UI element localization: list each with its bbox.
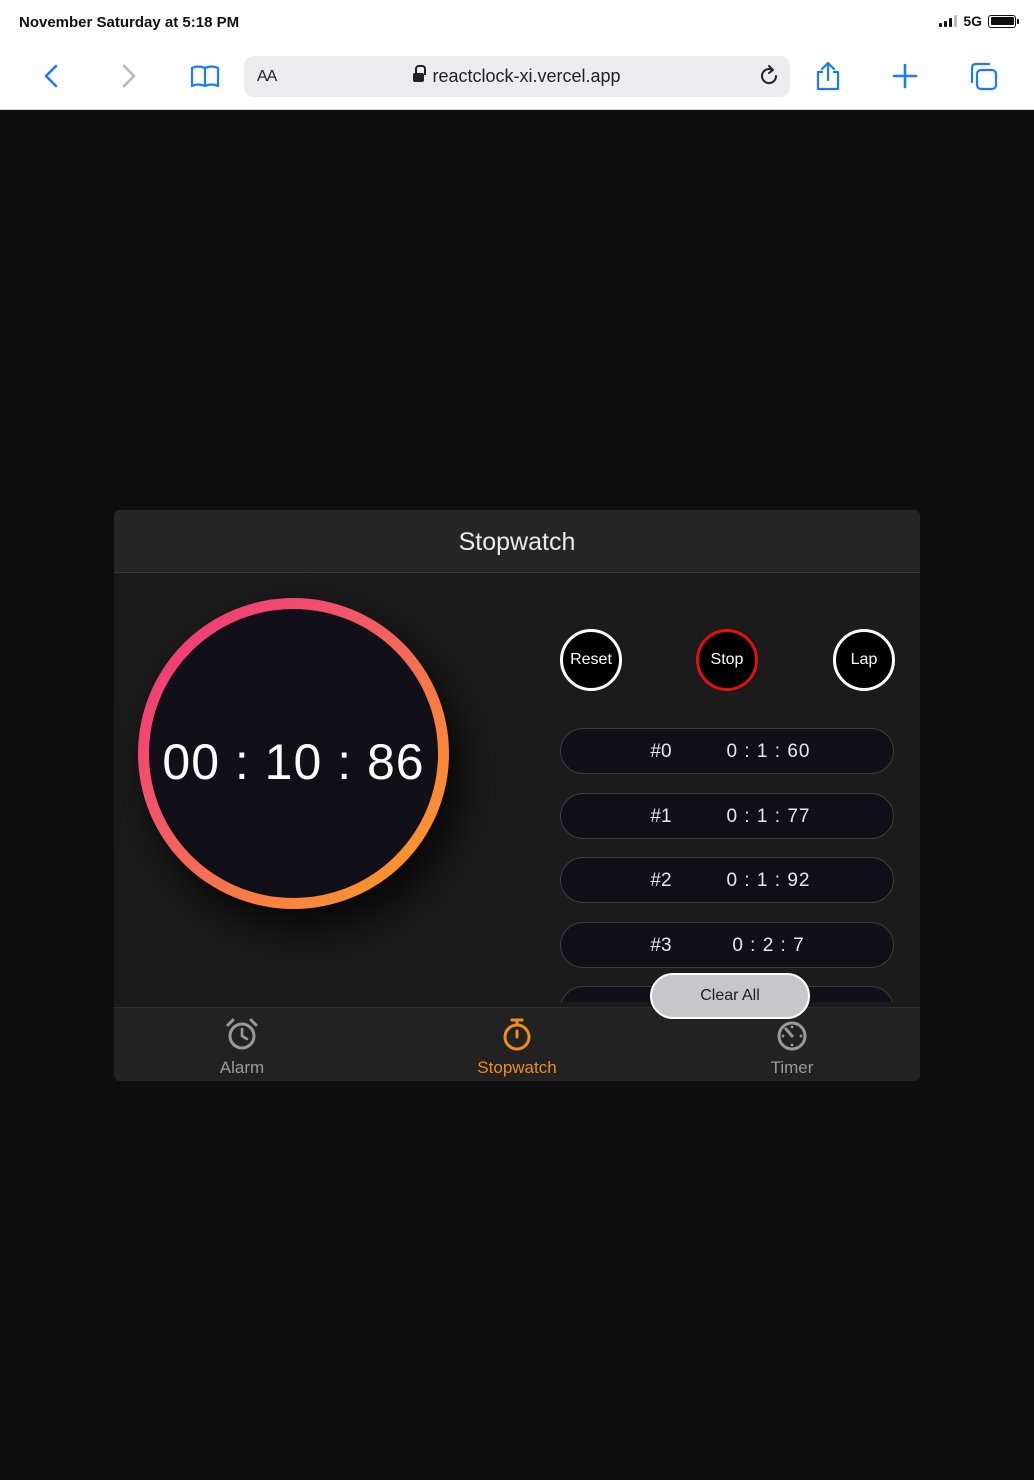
page-title: Stopwatch	[458, 528, 576, 556]
forward-icon[interactable]	[112, 60, 144, 92]
tab-label-stopwatch: Stopwatch	[477, 1058, 557, 1077]
lap-row: #0 0 : 1 : 60	[560, 728, 894, 774]
elapsed-time: 00 : 10 : 86	[162, 734, 425, 790]
lap-time: 0 : 1 : 77	[726, 805, 811, 827]
tab-alarm[interactable]: Alarm	[162, 1008, 322, 1081]
url-text: reactclock-xi.vercel.app	[432, 66, 621, 86]
network-label: 5G	[963, 13, 982, 29]
stopwatch-dial: 00 : 10 : 86	[138, 598, 449, 909]
lap-row: #1 0 : 1 : 77	[560, 792, 894, 839]
share-icon[interactable]	[812, 60, 844, 92]
status-bar: November Saturday at 5:18 PM 5G	[0, 0, 1034, 44]
reload-icon[interactable]	[756, 63, 782, 89]
lock-icon	[413, 65, 427, 83]
status-datetime: November Saturday at 5:18 PM	[19, 14, 240, 31]
lap-button[interactable]: Lap	[833, 629, 895, 691]
dial-face: 00 : 10 : 86	[149, 609, 438, 898]
signal-icon	[939, 15, 958, 27]
back-icon[interactable]	[36, 60, 68, 92]
clear-all-button[interactable]: Clear All	[650, 973, 810, 1019]
bottom-tab-bar: Alarm Stopwatch Timer	[114, 1007, 920, 1081]
stop-button[interactable]: Stop	[696, 629, 758, 691]
url-display[interactable]: reactclock-xi.vercel.app	[244, 65, 790, 87]
address-bar[interactable]: AA reactclock-xi.vercel.app	[244, 56, 790, 97]
card-header: Stopwatch	[114, 510, 920, 573]
alarm-clock-icon	[226, 1018, 258, 1050]
lap-time: 0 : 1 : 92	[726, 870, 811, 891]
reset-button[interactable]: Reset	[560, 629, 622, 691]
timer-icon	[777, 1021, 807, 1051]
bookmarks-icon[interactable]	[189, 60, 221, 92]
stopwatch-icon	[503, 1018, 531, 1051]
new-tab-icon[interactable]	[889, 60, 921, 92]
browser-toolbar: AA reactclock-xi.vercel.app	[0, 44, 1034, 110]
tabs-icon[interactable]	[967, 60, 999, 92]
battery-icon	[988, 14, 1019, 28]
lap-list[interactable]: #0 0 : 1 : 60 #1 0 : 1 : 77 #2 0 : 1 : 9…	[560, 728, 896, 1002]
lap-row: #3 0 : 2 : 7	[560, 921, 894, 968]
lap-row: #2 0 : 1 : 92	[560, 857, 894, 903]
tab-stopwatch[interactable]: Stopwatch	[437, 1008, 597, 1081]
tab-label-alarm: Alarm	[219, 1058, 265, 1077]
lap-time: 0 : 1 : 60	[726, 741, 811, 762]
lap-time: 0 : 2 : 7	[732, 934, 805, 956]
status-indicators: 5G	[939, 13, 1019, 29]
stopwatch-card: Stopwatch 00 : 10 : 86 Reset Stop Lap #0…	[114, 510, 920, 1081]
tab-label-timer: Timer	[770, 1058, 814, 1077]
